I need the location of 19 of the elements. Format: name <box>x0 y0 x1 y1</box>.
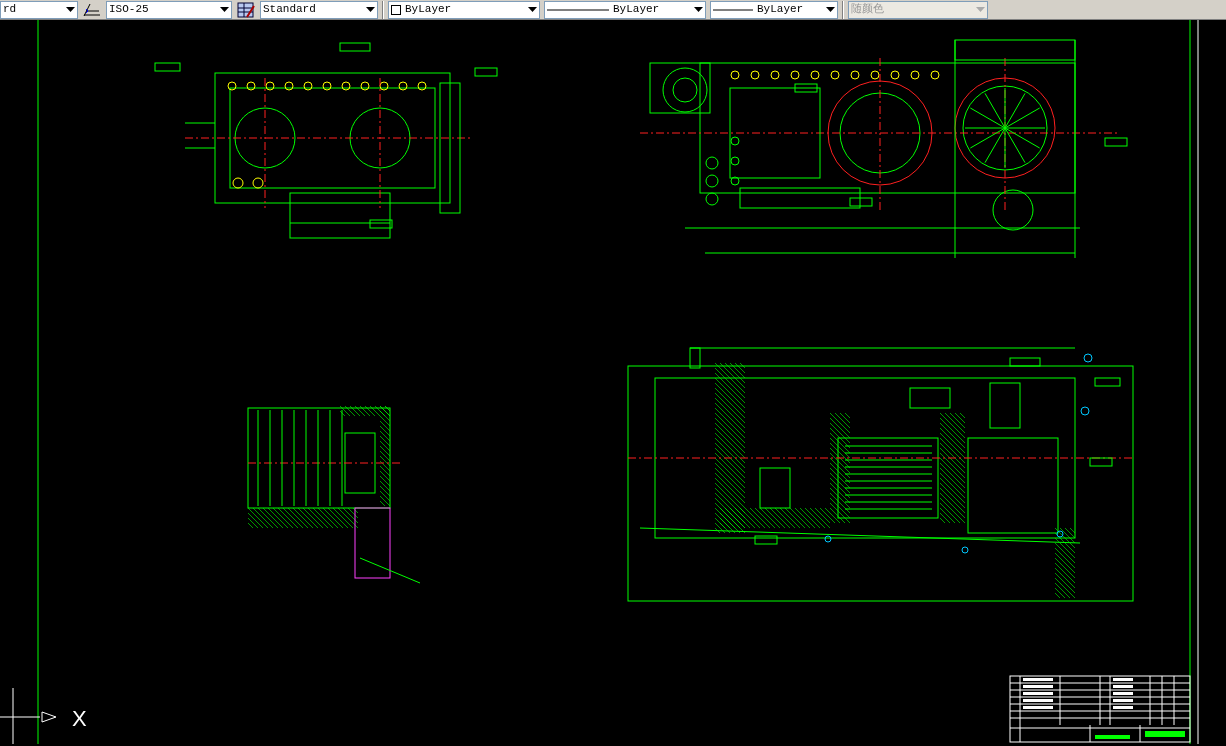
caret-icon <box>220 6 229 13</box>
linetype-preview-icon <box>547 7 609 12</box>
ucs-icon <box>0 687 57 745</box>
style-dropdown[interactable]: Standard <box>260 0 378 19</box>
caret-icon <box>66 6 75 13</box>
style-dropdown[interactable]: ByLayer <box>544 0 706 19</box>
color-swatch-icon <box>391 4 401 15</box>
style-dropdown[interactable]: ISO-25 <box>106 0 232 19</box>
caret-icon <box>366 6 375 13</box>
table-style-icon[interactable] <box>236 0 256 19</box>
caret-icon <box>976 6 985 13</box>
style-dropdown[interactable]: ByLayer <box>388 0 540 19</box>
caret-icon <box>528 6 537 13</box>
style-dropdown[interactable]: rd <box>0 0 78 19</box>
caret-icon <box>826 6 835 13</box>
caret-icon <box>694 6 703 13</box>
lineweight-preview-icon <box>713 7 753 12</box>
axis-label: X <box>72 708 87 730</box>
style-dropdown[interactable]: ByLayer <box>710 0 838 19</box>
